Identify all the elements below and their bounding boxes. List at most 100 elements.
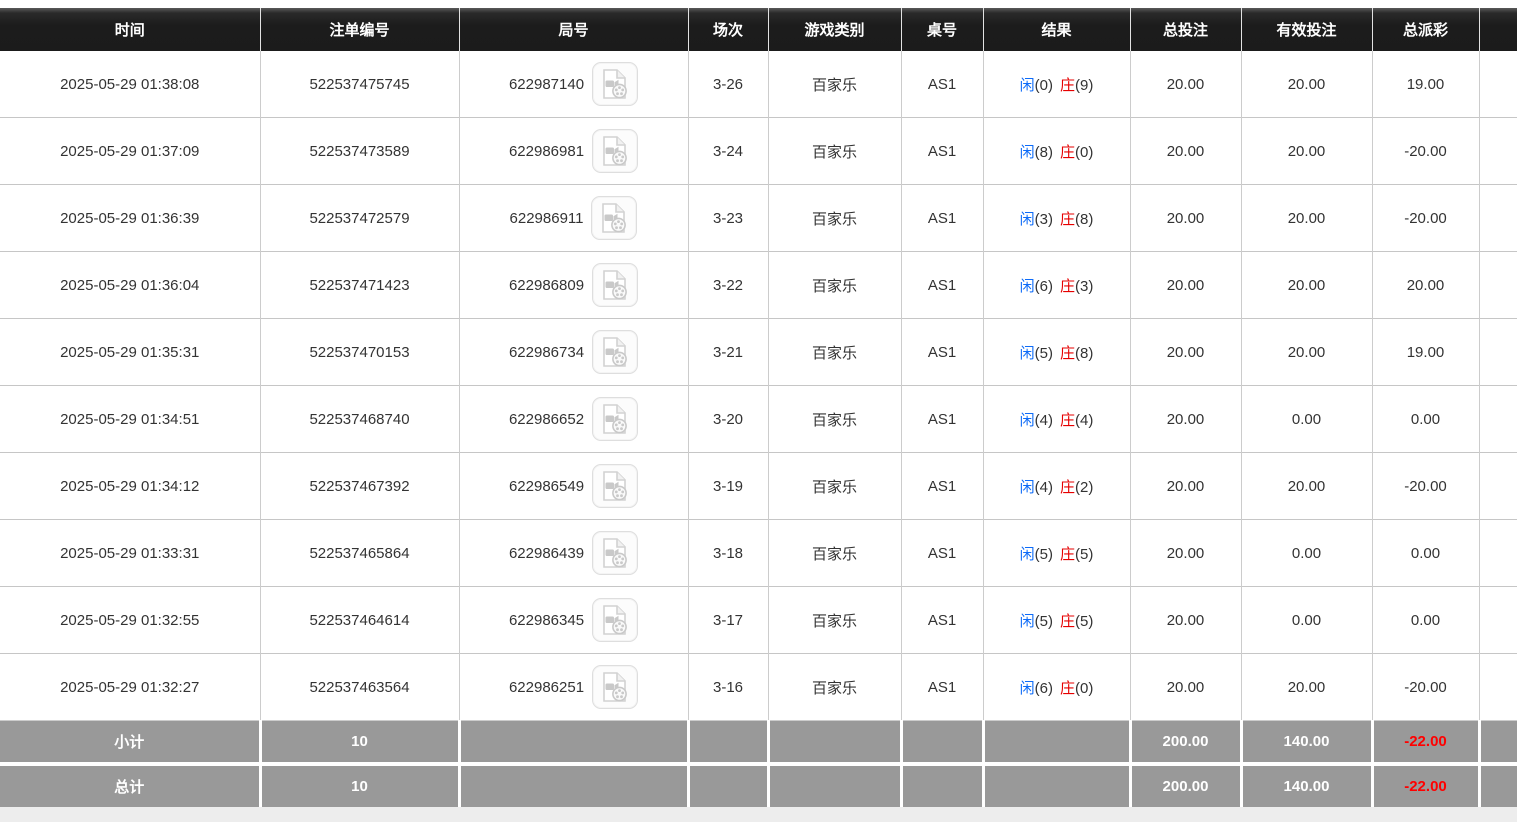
- summary-empty-cell: [768, 764, 901, 807]
- video-file-icon: [600, 68, 630, 100]
- result-cell: 闲(0)庄(9): [983, 51, 1130, 118]
- banker-result-label: 庄: [1060, 211, 1075, 228]
- summary-empty-cell: [459, 721, 688, 765]
- result-cell: 闲(6)庄(3): [983, 252, 1130, 319]
- time-cell: 2025-05-29 01:34:12: [0, 453, 260, 520]
- time-cell: 2025-05-29 01:36:39: [0, 185, 260, 252]
- round-cell: 622986809: [459, 252, 688, 319]
- banker-score: (0): [1075, 680, 1093, 697]
- video-replay-button[interactable]: [592, 397, 638, 441]
- total-bet-cell: 20.00: [1130, 51, 1241, 118]
- extra-empty-cell: [1479, 520, 1517, 587]
- summary-row: 总计 10 200.00 140.00 -22.00: [0, 764, 1517, 807]
- column-header-9: 总派彩: [1372, 8, 1479, 51]
- valid-bet-cell: 20.00: [1241, 453, 1372, 520]
- game-type-cell: 百家乐: [768, 118, 901, 185]
- video-replay-button[interactable]: [591, 196, 637, 240]
- column-header-6: 结果: [983, 8, 1130, 51]
- round-number: 622986809: [509, 277, 584, 294]
- table-row: 2025-05-29 01:38:08 522537475745 6229871…: [0, 51, 1517, 118]
- table-no-cell: AS1: [901, 520, 983, 587]
- extra-empty-cell: [1479, 453, 1517, 520]
- session-cell: 3-20: [688, 386, 768, 453]
- result-cell: 闲(5)庄(5): [983, 520, 1130, 587]
- player-score: (5): [1035, 546, 1053, 563]
- valid-bet-cell: 20.00: [1241, 319, 1372, 386]
- payout-cell: 0.00: [1372, 520, 1479, 587]
- video-file-icon: [599, 202, 629, 234]
- session-cell: 3-18: [688, 520, 768, 587]
- total-bet-cell: 20.00: [1130, 319, 1241, 386]
- total-bet-cell: 20.00: [1130, 654, 1241, 721]
- table-no-cell: AS1: [901, 587, 983, 654]
- player-result-label: 闲: [1020, 613, 1035, 630]
- bet-history-table: 时间注单编号局号场次游戏类别桌号结果总投注有效投注总派彩 2025-05-29 …: [0, 8, 1517, 807]
- table-no-cell: AS1: [901, 118, 983, 185]
- game-type-cell: 百家乐: [768, 386, 901, 453]
- column-header-1: 注单编号: [260, 8, 459, 51]
- player-score: (5): [1035, 345, 1053, 362]
- game-type-cell: 百家乐: [768, 252, 901, 319]
- video-file-icon: [600, 135, 630, 167]
- banker-score: (8): [1075, 211, 1093, 228]
- video-file-icon: [600, 470, 630, 502]
- extra-empty-cell: [1479, 252, 1517, 319]
- extra-empty-cell: [1479, 654, 1517, 721]
- total-bet-cell: 20.00: [1130, 453, 1241, 520]
- player-result-label: 闲: [1020, 345, 1035, 362]
- round-number: 622986734: [509, 344, 584, 361]
- valid-bet-cell: 20.00: [1241, 252, 1372, 319]
- bet-id-cell: 522537467392: [260, 453, 459, 520]
- summary-valid-bet-cell: 140.00: [1241, 764, 1372, 807]
- bet-history-container: 时间注单编号局号场次游戏类别桌号结果总投注有效投注总派彩 2025-05-29 …: [0, 8, 1517, 807]
- time-cell: 2025-05-29 01:34:51: [0, 386, 260, 453]
- payout-cell: 19.00: [1372, 51, 1479, 118]
- player-result-label: 闲: [1020, 211, 1035, 228]
- video-replay-button[interactable]: [592, 330, 638, 374]
- player-score: (6): [1035, 680, 1053, 697]
- extra-empty-cell: [1479, 386, 1517, 453]
- game-type-cell: 百家乐: [768, 51, 901, 118]
- time-cell: 2025-05-29 01:32:55: [0, 587, 260, 654]
- game-type-cell: 百家乐: [768, 520, 901, 587]
- summary-count-cell: 10: [260, 721, 459, 765]
- video-file-icon: [600, 537, 630, 569]
- player-result-label: 闲: [1020, 412, 1035, 429]
- banker-result-label: 庄: [1060, 613, 1075, 630]
- round-cell: 622986652: [459, 386, 688, 453]
- video-replay-button[interactable]: [592, 62, 638, 106]
- round-cell: 622986439: [459, 520, 688, 587]
- video-replay-button[interactable]: [592, 598, 638, 642]
- video-replay-button[interactable]: [592, 129, 638, 173]
- bet-id-cell: 522537465864: [260, 520, 459, 587]
- video-file-icon: [600, 403, 630, 435]
- video-replay-button[interactable]: [592, 531, 638, 575]
- result-cell: 闲(3)庄(8): [983, 185, 1130, 252]
- total-bet-cell: 20.00: [1130, 587, 1241, 654]
- bet-id-cell: 522537471423: [260, 252, 459, 319]
- time-cell: 2025-05-29 01:35:31: [0, 319, 260, 386]
- round-cell: 622986549: [459, 453, 688, 520]
- session-cell: 3-17: [688, 587, 768, 654]
- summary-empty-cell: [901, 764, 983, 807]
- round-cell: 622986345: [459, 587, 688, 654]
- time-cell: 2025-05-29 01:33:31: [0, 520, 260, 587]
- summary-empty-cell: [768, 721, 901, 765]
- round-number: 622986345: [509, 612, 584, 629]
- table-header-row: 时间注单编号局号场次游戏类别桌号结果总投注有效投注总派彩: [0, 8, 1517, 51]
- total-bet-cell: 20.00: [1130, 185, 1241, 252]
- table-row: 2025-05-29 01:35:31 522537470153 6229867…: [0, 319, 1517, 386]
- game-type-cell: 百家乐: [768, 587, 901, 654]
- column-header-2: 局号: [459, 8, 688, 51]
- payout-cell: 0.00: [1372, 386, 1479, 453]
- banker-score: (8): [1075, 345, 1093, 362]
- player-result-label: 闲: [1020, 479, 1035, 496]
- video-replay-button[interactable]: [592, 665, 638, 709]
- banker-score: (5): [1075, 613, 1093, 630]
- video-replay-button[interactable]: [592, 263, 638, 307]
- video-replay-button[interactable]: [592, 464, 638, 508]
- payout-cell: -20.00: [1372, 185, 1479, 252]
- table-row: 2025-05-29 01:32:55 522537464614 6229863…: [0, 587, 1517, 654]
- summary-valid-bet-cell: 140.00: [1241, 721, 1372, 765]
- valid-bet-cell: 0.00: [1241, 520, 1372, 587]
